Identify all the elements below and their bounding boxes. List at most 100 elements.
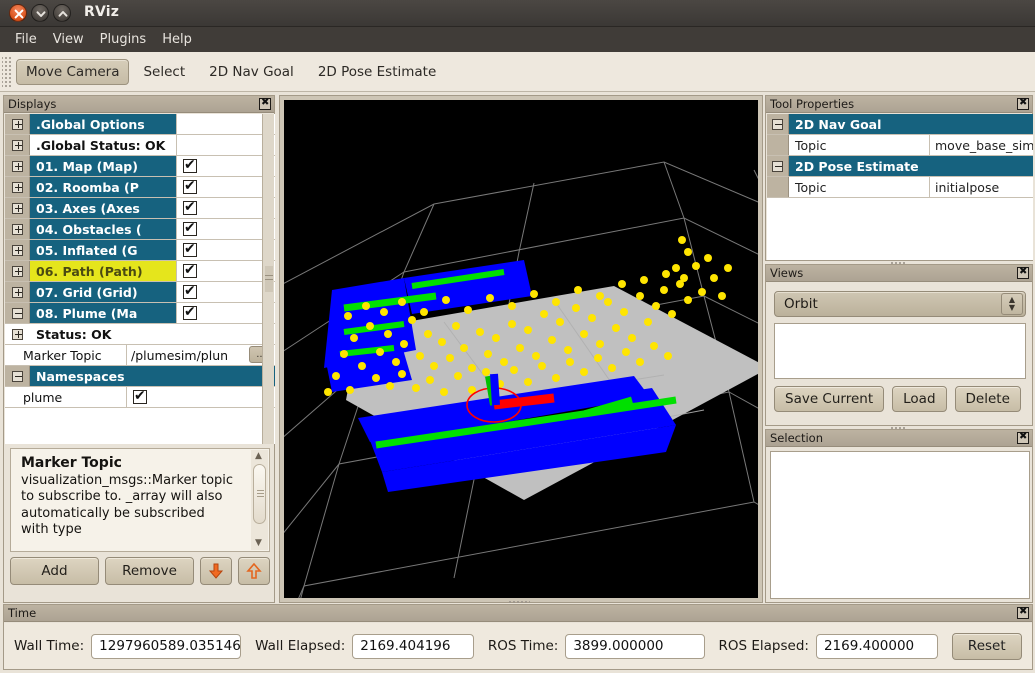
- expander[interactable]: [5, 114, 30, 134]
- enable-checkbox[interactable]: [183, 264, 197, 278]
- render-panel[interactable]: [279, 95, 763, 603]
- expander[interactable]: [767, 156, 789, 176]
- tool-property-pose-estimate-topic[interactable]: Topic initialpose: [767, 177, 1033, 198]
- tool-property-nav-goal-topic[interactable]: Topic move_base_simple,: [767, 135, 1033, 156]
- wall-time-field[interactable]: 1297960589.035146: [91, 634, 241, 659]
- expander[interactable]: [5, 303, 30, 323]
- expander[interactable]: [5, 366, 30, 386]
- display-row-grid[interactable]: 07. Grid (Grid): [5, 282, 275, 303]
- property-value[interactable]: initialpose: [929, 177, 1033, 197]
- displays-tree[interactable]: .Global Options .Global Status: OK 01. M…: [5, 114, 275, 444]
- display-row-path[interactable]: 06. Path (Path): [5, 261, 275, 282]
- 3d-render-view[interactable]: [284, 100, 758, 598]
- reset-time-button[interactable]: Reset: [952, 633, 1022, 660]
- menu-view[interactable]: View: [45, 30, 92, 49]
- load-view-button[interactable]: Load: [892, 386, 946, 412]
- toolbar-drag-handle[interactable]: [2, 57, 12, 87]
- move-up-button[interactable]: [238, 557, 270, 585]
- enable-checkbox[interactable]: [183, 243, 197, 257]
- namespace-checkbox[interactable]: [133, 390, 147, 404]
- time-close-icon[interactable]: [1017, 607, 1029, 619]
- display-subrow-marker-topic[interactable]: Marker Topic /plumesim/plun ...: [5, 345, 275, 366]
- selection-properties-area[interactable]: [770, 451, 1030, 599]
- expander[interactable]: [5, 198, 30, 218]
- display-row-obstacles[interactable]: 04. Obstacles (: [5, 219, 275, 240]
- display-row-map[interactable]: 01. Map (Map): [5, 156, 275, 177]
- wall-time-label: Wall Time:: [14, 638, 84, 654]
- scroll-up-icon[interactable]: ▲: [255, 451, 262, 461]
- scrollbar-thumb[interactable]: [265, 266, 273, 292]
- move-down-button[interactable]: [200, 557, 232, 585]
- tool-properties-close-icon[interactable]: [1017, 98, 1029, 110]
- expander[interactable]: [5, 156, 30, 176]
- selection-close-icon[interactable]: [1017, 432, 1029, 444]
- expander[interactable]: [5, 240, 30, 260]
- spinner-arrows-icon[interactable]: ▲▼: [1001, 293, 1023, 315]
- property-description-text: Marker Topic visualization_msgs::Marker …: [11, 449, 243, 539]
- display-subrow-plume-namespace[interactable]: plume: [5, 387, 275, 408]
- display-row-inflated[interactable]: 05. Inflated (G: [5, 240, 275, 261]
- wall-elapsed-field[interactable]: 2169.404196: [352, 634, 474, 659]
- minimize-button[interactable]: [31, 4, 49, 22]
- enable-checkbox[interactable]: [183, 180, 197, 194]
- menu-plugins[interactable]: Plugins: [92, 30, 155, 49]
- ros-time-field[interactable]: 3899.000000: [565, 634, 704, 659]
- time-fields-row: Wall Time: 1297960589.035146 Wall Elapse…: [4, 623, 1032, 669]
- display-subrow-status[interactable]: Status: OK: [5, 324, 275, 345]
- expander[interactable]: [767, 114, 789, 134]
- expander[interactable]: [5, 261, 30, 281]
- views-close-icon[interactable]: [1017, 267, 1029, 279]
- display-sublabel: Namespaces: [30, 366, 275, 386]
- display-row-roomba[interactable]: 02. Roomba (P: [5, 177, 275, 198]
- expander[interactable]: [5, 219, 30, 239]
- tool-group-pose-estimate[interactable]: 2D Pose Estimate: [767, 156, 1033, 177]
- display-subrow-namespaces[interactable]: Namespaces: [5, 366, 275, 387]
- enable-checkbox[interactable]: [183, 222, 197, 236]
- view-type-combobox[interactable]: Orbit ▲▼: [774, 291, 1026, 317]
- saved-views-list[interactable]: [774, 323, 1026, 379]
- menu-help[interactable]: Help: [154, 30, 200, 49]
- ros-elapsed-field[interactable]: 2169.400000: [816, 634, 938, 659]
- plus-icon: [12, 266, 23, 277]
- enable-checkbox[interactable]: [183, 201, 197, 215]
- scrollbar-thumb[interactable]: [253, 464, 266, 524]
- plus-icon: [12, 329, 23, 340]
- menu-file[interactable]: File: [7, 30, 45, 49]
- tool-select[interactable]: Select: [133, 59, 195, 85]
- expander[interactable]: [5, 135, 30, 155]
- plus-icon: [12, 224, 23, 235]
- display-row-axes[interactable]: 03. Axes (Axes: [5, 198, 275, 219]
- enable-checkbox[interactable]: [183, 306, 197, 320]
- expander[interactable]: [5, 177, 30, 197]
- display-row-global-status[interactable]: .Global Status: OK: [5, 135, 275, 156]
- expander[interactable]: [5, 282, 30, 302]
- displays-close-icon[interactable]: [259, 98, 271, 110]
- display-label: 08. Plume (Ma: [30, 303, 176, 323]
- property-value-cell[interactable]: /plumesim/plun ...: [126, 345, 275, 365]
- display-label: 03. Axes (Axes: [30, 198, 176, 218]
- save-current-view-button[interactable]: Save Current: [774, 386, 884, 412]
- display-sublabel: Status: OK: [30, 324, 275, 344]
- tool-group-nav-goal[interactable]: 2D Nav Goal: [767, 114, 1033, 135]
- description-scrollbar[interactable]: ▲ ▼: [251, 450, 268, 550]
- expander[interactable]: [5, 324, 30, 344]
- property-value[interactable]: move_base_simple,: [929, 135, 1033, 155]
- displays-tree-scrollbar[interactable]: [262, 114, 274, 444]
- display-label: 05. Inflated (G: [30, 240, 176, 260]
- close-button[interactable]: [9, 4, 27, 22]
- enable-checkbox[interactable]: [183, 159, 197, 173]
- plus-icon: [12, 287, 23, 298]
- scroll-down-icon[interactable]: ▼: [255, 538, 262, 548]
- delete-view-button[interactable]: Delete: [955, 386, 1021, 412]
- tool-2d-pose-estimate[interactable]: 2D Pose Estimate: [308, 59, 446, 85]
- display-row-plume[interactable]: 08. Plume (Ma: [5, 303, 275, 324]
- display-row-global-options[interactable]: .Global Options: [5, 114, 275, 135]
- tool-properties-tree[interactable]: 2D Nav Goal Topic move_base_simple, 2D P…: [767, 114, 1033, 260]
- add-display-button[interactable]: Add: [10, 557, 99, 585]
- remove-display-button[interactable]: Remove: [105, 557, 194, 585]
- tool-2d-nav-goal[interactable]: 2D Nav Goal: [199, 59, 304, 85]
- enable-checkbox[interactable]: [183, 285, 197, 299]
- maximize-button[interactable]: [53, 4, 71, 22]
- tool-move-camera[interactable]: Move Camera: [16, 59, 129, 85]
- 3d-scene: [284, 100, 758, 598]
